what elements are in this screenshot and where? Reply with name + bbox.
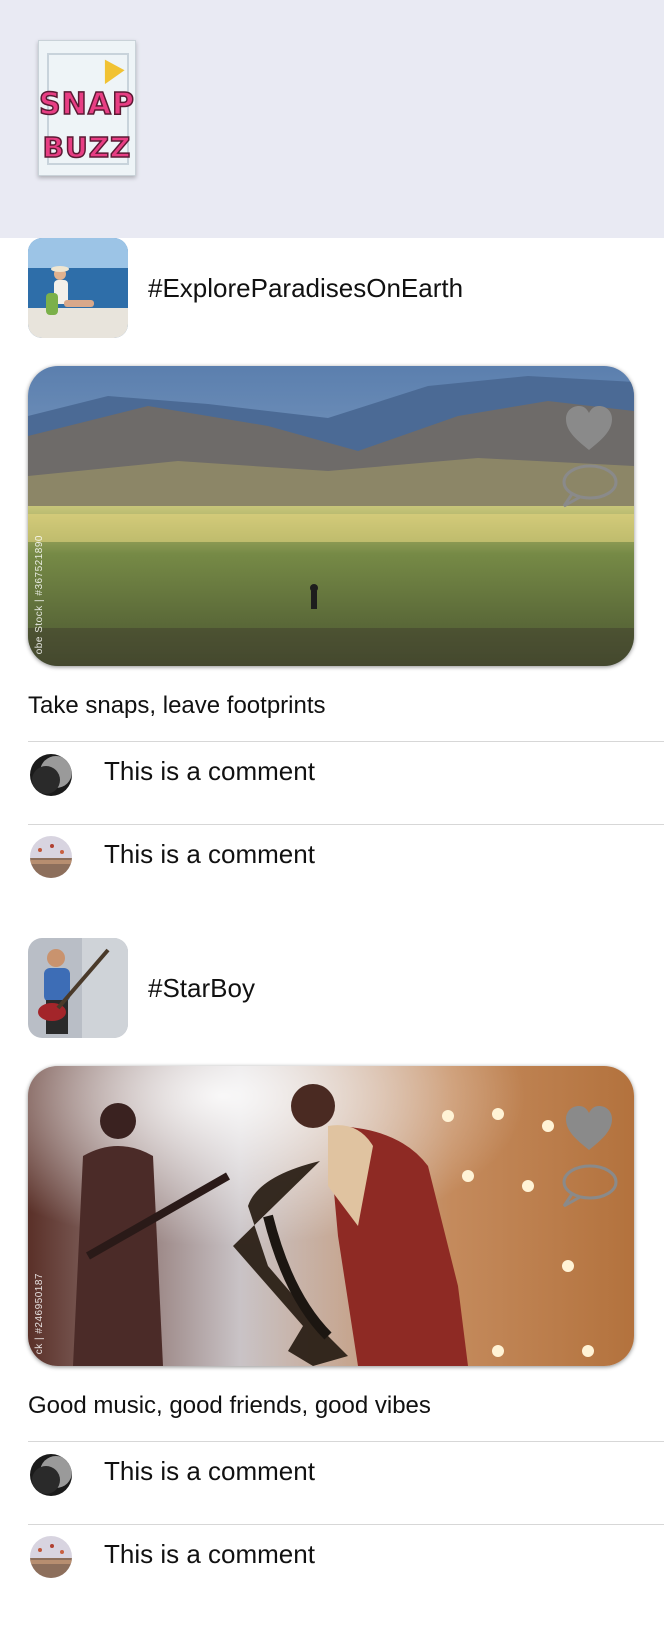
post-avatar[interactable] <box>28 238 128 338</box>
comment-avatar[interactable] <box>30 1454 72 1496</box>
post-card: #ExploreParadisesOnEarth obe Stock | #36… <box>0 238 664 898</box>
post-photo[interactable]: obe Stock | #367521890 <box>28 366 634 666</box>
post-caption: Good music, good friends, good vibes <box>28 1392 431 1419</box>
speech-bubble-icon[interactable] <box>558 462 618 510</box>
boy-guitar-photo-icon <box>28 938 128 1038</box>
snapbuzz-logo[interactable]: SNAP BUZZ <box>38 40 136 176</box>
comment-avatar[interactable] <box>30 1536 72 1578</box>
moon-photo-icon <box>30 754 72 796</box>
divider <box>28 824 664 825</box>
post-card: #StarBoy ck | #246950187 Good music, goo… <box>0 938 664 1632</box>
logo-line1: SNAP <box>39 86 135 123</box>
comment-avatar[interactable] <box>30 754 72 796</box>
post-avatar[interactable] <box>28 938 128 1038</box>
speech-bubble-icon[interactable] <box>558 1162 618 1210</box>
comment-text: This is a comment <box>104 756 315 786</box>
divider <box>28 1441 664 1442</box>
comment-text: This is a comment <box>104 1456 315 1486</box>
divider <box>28 741 664 742</box>
heart-icon[interactable] <box>564 1104 614 1152</box>
logo-line2: BUZZ <box>42 130 132 165</box>
divider <box>28 1524 664 1525</box>
photo-credit: obe Stock | #367521890 <box>34 534 45 654</box>
comment-text: This is a comment <box>104 839 315 869</box>
post-hashtag[interactable]: #StarBoy <box>148 973 255 1003</box>
post-hashtag[interactable]: #ExploreParadisesOnEarth <box>148 273 463 303</box>
post-caption: Take snaps, leave footprints <box>28 692 326 719</box>
app-header: SNAP BUZZ <box>0 0 664 238</box>
hot-air-balloons-photo-icon <box>30 836 72 878</box>
moon-photo-icon <box>30 1454 72 1496</box>
heart-icon[interactable] <box>564 404 614 452</box>
hot-air-balloons-photo-icon <box>30 1536 72 1578</box>
comment-text: This is a comment <box>104 1539 315 1569</box>
traveler-photo-icon <box>28 238 128 338</box>
mountain-meadow-photo <box>28 366 634 666</box>
photo-credit: ck | #246950187 <box>34 1272 45 1354</box>
concert-saxophone-photo <box>28 1066 634 1366</box>
post-photo[interactable]: ck | #246950187 <box>28 1066 634 1366</box>
comment-avatar[interactable] <box>30 836 72 878</box>
